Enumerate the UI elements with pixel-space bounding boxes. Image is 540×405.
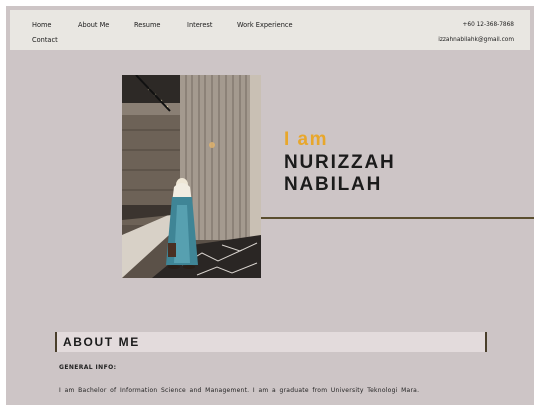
greeting-text: I am: [284, 129, 329, 150]
hero-divider: [261, 217, 534, 219]
about-section-header: ABOUT ME: [55, 332, 487, 352]
nav-home-link[interactable]: Home: [32, 21, 51, 29]
phone-number: +60 12-368-7868: [462, 22, 514, 28]
portfolio-page: Home About Me Resume Interest Work Exper…: [6, 6, 534, 405]
nav-work-experience-link[interactable]: Work Experience: [237, 21, 293, 29]
hero-intro: I am NURIZZAH NABILAH: [284, 128, 396, 196]
first-name: NURIZZAH: [284, 152, 396, 173]
last-name: NABILAH: [284, 174, 383, 195]
nav-resume-link[interactable]: Resume: [134, 21, 160, 29]
general-info-label: GENERAL INFO:: [59, 364, 117, 371]
nav-interest-link[interactable]: Interest: [187, 21, 212, 29]
top-navigation-bar: Home About Me Resume Interest Work Exper…: [10, 10, 530, 50]
about-heading: ABOUT ME: [63, 335, 140, 349]
nav-contact-link[interactable]: Contact: [32, 36, 58, 44]
nav-about-link[interactable]: About Me: [78, 21, 109, 29]
profile-photo: [122, 75, 261, 278]
bio-text: I am Bachelor of Information Science and…: [59, 387, 420, 394]
email-address: izzahnabilahk@gmail.com: [438, 37, 514, 43]
